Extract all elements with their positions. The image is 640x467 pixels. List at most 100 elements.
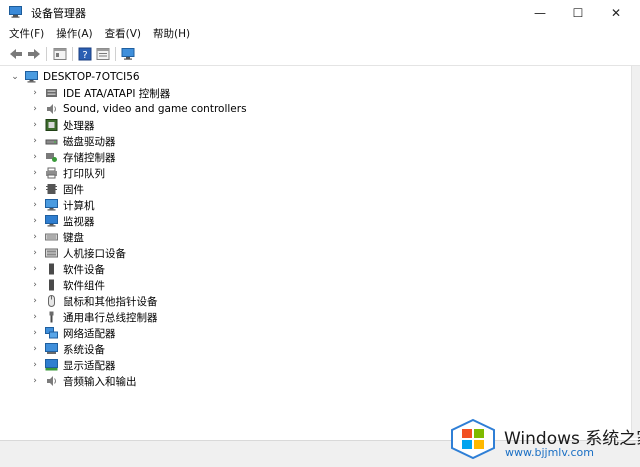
software-device-icon (49, 263, 54, 275)
watermark: Windows 系统之家 www.bjjmlv.com (446, 414, 640, 466)
tree-item-label: 网络适配器 (63, 327, 116, 340)
software-component-icon (49, 279, 54, 291)
chevron-right-icon[interactable]: › (28, 264, 42, 274)
chevron-right-icon[interactable]: › (28, 312, 42, 322)
display-adapter-icon (45, 359, 58, 371)
tree-item-label: 固件 (63, 183, 84, 196)
firmware-icon (46, 184, 57, 194)
menu-file[interactable]: 文件(F) (9, 25, 44, 43)
menu-bar: 文件(F) 操作(A) 查看(V) 帮助(H) (0, 25, 640, 43)
window-title: 设备管理器 (31, 7, 86, 20)
tree-item-ide[interactable]: › IDE ATA/ATAPI 控制器 (28, 85, 170, 101)
speaker-icon (47, 104, 56, 114)
chevron-right-icon[interactable]: › (28, 248, 42, 258)
tree-item-label: 显示适配器 (63, 359, 116, 372)
device-manager-app-icon (9, 6, 22, 18)
tree-item-label: 系统设备 (63, 343, 105, 356)
tree-item-label: Sound, video and game controllers (63, 103, 247, 115)
chevron-right-icon[interactable]: › (28, 168, 42, 178)
mouse-icon (48, 295, 55, 307)
minimize-button[interactable]: — (523, 0, 557, 25)
computer-name: DESKTOP-7OTCI56 (43, 71, 140, 83)
tree-item-label: 打印队列 (63, 167, 105, 180)
back-arrow-icon[interactable] (9, 47, 23, 61)
tree-item-software-device[interactable]: › 软件设备 (28, 261, 105, 277)
tree-item-sound[interactable]: › Sound, video and game controllers (28, 101, 247, 117)
tree-item-mouse[interactable]: › 鼠标和其他指针设备 (28, 293, 158, 309)
tree-item-label: 通用串行总线控制器 (63, 311, 158, 324)
close-button[interactable]: ✕ (599, 0, 633, 25)
chevron-right-icon[interactable]: › (28, 232, 42, 242)
chevron-right-icon[interactable]: › (28, 216, 42, 226)
tree-item-label: 人机接口设备 (63, 247, 126, 260)
network-adapter-icon (45, 327, 58, 339)
tree-item-usb[interactable]: › 通用串行总线控制器 (28, 309, 158, 325)
ide-controller-icon (46, 89, 57, 97)
chevron-right-icon[interactable]: › (28, 152, 42, 162)
usb-icon (49, 311, 54, 323)
forward-arrow-icon[interactable] (27, 47, 41, 61)
monitor-icon (45, 215, 58, 227)
chevron-right-icon[interactable]: › (28, 328, 42, 338)
tree-item-processor[interactable]: › 处理器 (28, 117, 95, 133)
chevron-right-icon[interactable]: › (28, 360, 42, 370)
maximize-button[interactable]: ☐ (561, 0, 595, 25)
toolbar-separator (72, 47, 73, 61)
toolbar-separator (46, 47, 47, 61)
chevron-right-icon[interactable]: › (28, 184, 42, 194)
tree-item-monitor[interactable]: › 监视器 (28, 213, 95, 229)
monitor-icon[interactable] (121, 47, 135, 61)
chevron-right-icon[interactable]: › (28, 376, 42, 386)
tree-item-label: 存储控制器 (63, 151, 116, 164)
chevron-right-icon[interactable]: › (28, 344, 42, 354)
tree-item-label: 鼠标和其他指针设备 (63, 295, 158, 308)
tree-item-firmware[interactable]: › 固件 (28, 181, 84, 197)
menu-view[interactable]: 查看(V) (105, 25, 141, 43)
chevron-right-icon[interactable]: › (28, 280, 42, 290)
tree-item-system[interactable]: › 系统设备 (28, 341, 105, 357)
toolbar: ? (0, 43, 640, 66)
properties-icon[interactable] (53, 47, 67, 61)
chevron-down-icon[interactable]: ⌄ (8, 72, 22, 82)
tree-item-label: IDE ATA/ATAPI 控制器 (63, 87, 171, 100)
chevron-right-icon[interactable]: › (28, 120, 42, 130)
printer-icon (46, 167, 57, 179)
keyboard-icon (45, 233, 58, 241)
chevron-right-icon[interactable]: › (28, 200, 42, 210)
help-icon[interactable]: ? (78, 47, 92, 61)
tree-item-network[interactable]: › 网络适配器 (28, 325, 116, 341)
tree-item-keyboard[interactable]: › 键盘 (28, 229, 84, 245)
tree-item-label: 处理器 (63, 119, 95, 132)
chevron-right-icon[interactable]: › (28, 104, 42, 114)
tree-item-software-component[interactable]: › 软件组件 (28, 277, 105, 293)
title-bar: 设备管理器 — ☐ ✕ (0, 0, 640, 25)
tree-item-storage[interactable]: › 存储控制器 (28, 149, 116, 165)
tree-root[interactable]: ⌄ DESKTOP-7OTCI56 (8, 69, 140, 85)
tree-item-computer[interactable]: › 计算机 (28, 197, 95, 213)
menu-action[interactable]: 操作(A) (56, 25, 92, 43)
tree-item-label: 软件设备 (63, 263, 105, 276)
computer-icon (45, 199, 58, 211)
tree-item-label: 磁盘驱动器 (63, 135, 116, 148)
chevron-right-icon[interactable]: › (28, 136, 42, 146)
windows-logo-icon (451, 418, 495, 460)
tree-item-disk[interactable]: › 磁盘驱动器 (28, 133, 116, 149)
chevron-right-icon[interactable]: › (28, 88, 42, 98)
chevron-right-icon[interactable]: › (28, 296, 42, 306)
view-icon[interactable] (96, 47, 110, 61)
processor-icon (45, 119, 58, 131)
computer-icon (25, 71, 38, 83)
disk-drive-icon (45, 139, 58, 145)
vertical-scrollbar[interactable] (631, 66, 640, 438)
svg-text:?: ? (82, 50, 87, 61)
device-manager-window: 设备管理器 — ☐ ✕ 文件(F) 操作(A) 查看(V) 帮助(H) ? ⌄ … (0, 0, 640, 467)
tree-item-audio[interactable]: › 音频输入和输出 (28, 373, 137, 389)
tree-item-display[interactable]: › 显示适配器 (28, 357, 116, 373)
tree-item-printqueue[interactable]: › 打印队列 (28, 165, 105, 181)
watermark-url: www.bjjmlv.com (505, 446, 594, 459)
menu-help[interactable]: 帮助(H) (153, 25, 190, 43)
tree-item-label: 键盘 (63, 231, 84, 244)
tree-item-label: 音频输入和输出 (63, 375, 137, 388)
tree-item-hid[interactable]: › 人机接口设备 (28, 245, 126, 261)
audio-io-icon (47, 376, 56, 386)
